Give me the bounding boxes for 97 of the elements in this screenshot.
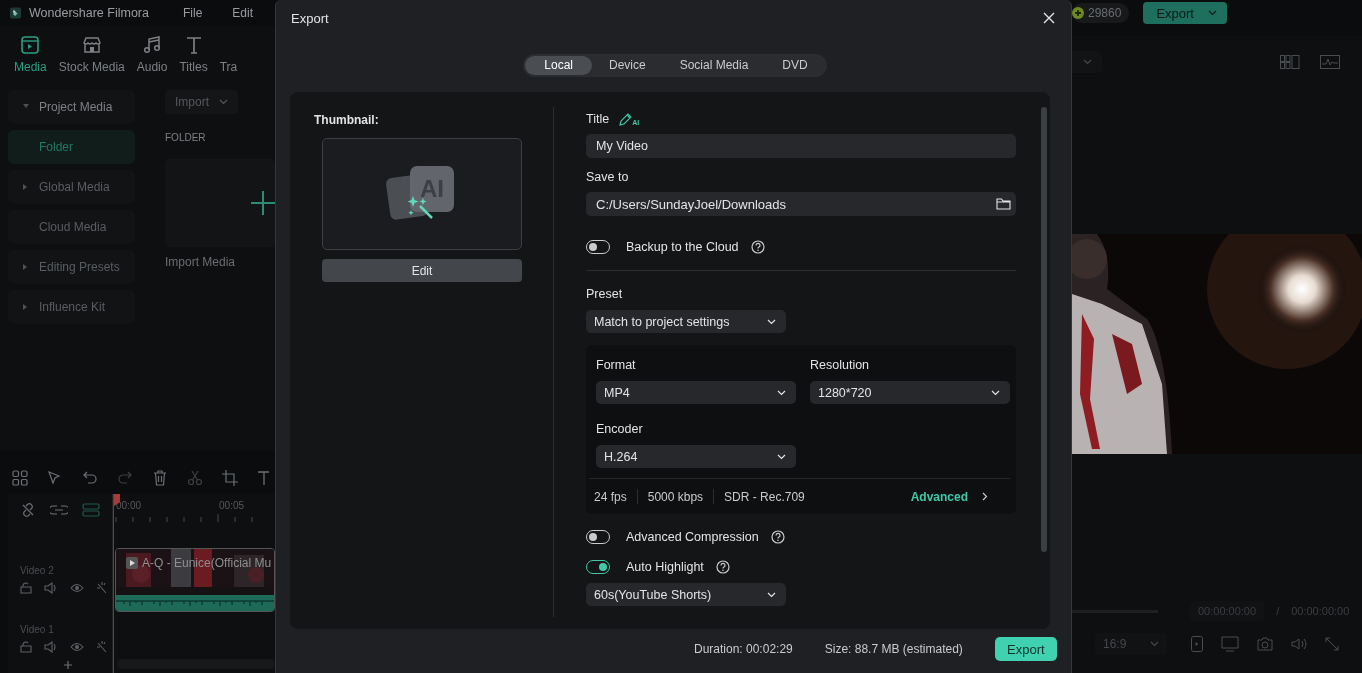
track-snap-icon[interactable] bbox=[82, 503, 100, 517]
speaker-icon[interactable] bbox=[44, 582, 58, 594]
unlink-icon[interactable] bbox=[20, 502, 36, 518]
caret-icon bbox=[1150, 641, 1159, 647]
phone-icon[interactable] bbox=[1191, 636, 1203, 652]
track-name: Video 1 bbox=[20, 624, 55, 635]
eye-icon[interactable] bbox=[70, 582, 84, 594]
video-clip[interactable]: A-Q - Eunice(Official Mu bbox=[115, 548, 275, 612]
camera-icon[interactable] bbox=[1257, 637, 1273, 651]
speaker-icon[interactable] bbox=[1291, 637, 1307, 651]
auto-highlight-label: Auto Highlight bbox=[626, 560, 704, 574]
caret-icon bbox=[991, 389, 1000, 396]
undo-icon[interactable] bbox=[82, 470, 98, 486]
sidebar-item[interactable]: Project Media bbox=[8, 90, 135, 124]
dropdown[interactable]: H.264 bbox=[596, 445, 796, 468]
redo-icon[interactable] bbox=[117, 470, 133, 486]
dialog-title: Export bbox=[291, 10, 329, 26]
effects-icon[interactable] bbox=[96, 641, 108, 653]
folder-heading: FOLDER bbox=[165, 132, 206, 143]
pencil-icon bbox=[619, 112, 633, 126]
help-icon[interactable] bbox=[750, 240, 765, 254]
menu-item[interactable]: Edit bbox=[232, 6, 253, 20]
waveform-icon[interactable] bbox=[1320, 55, 1340, 69]
save-path-field[interactable]: C:/Users/SundayJoel/Downloads bbox=[586, 192, 1016, 216]
spec-text: SDR - Rec.709 bbox=[724, 489, 805, 504]
clip-title: A-Q - Eunice(Official Mu bbox=[126, 556, 272, 570]
grid-view-icon[interactable] bbox=[1280, 55, 1300, 69]
media-tab[interactable]: Stock Media bbox=[52, 34, 131, 74]
caret-icon bbox=[219, 99, 228, 105]
scissors-icon[interactable] bbox=[187, 470, 203, 486]
dropdown[interactable]: 60s(YouTube Shorts) bbox=[586, 583, 786, 606]
effects-icon[interactable] bbox=[96, 582, 108, 594]
delete-icon[interactable] bbox=[152, 470, 168, 486]
encoder-label: Encoder bbox=[596, 422, 643, 436]
link-icon[interactable] bbox=[50, 503, 68, 517]
crop-icon[interactable] bbox=[222, 470, 238, 486]
caret-icon bbox=[777, 389, 786, 396]
media-tab[interactable]: Audio bbox=[130, 34, 174, 74]
caret-icon bbox=[767, 591, 776, 598]
export-button[interactable]: Export bbox=[994, 637, 1057, 661]
speaker-icon[interactable] bbox=[44, 641, 58, 653]
edit-button[interactable]: Edit bbox=[322, 259, 522, 282]
lock-icon[interactable] bbox=[20, 641, 32, 653]
compression-label: Advanced Compression bbox=[626, 530, 759, 544]
lock-icon[interactable] bbox=[20, 582, 32, 594]
help-icon[interactable] bbox=[715, 560, 730, 574]
app-title: Wondershare Filmora bbox=[29, 6, 149, 20]
dropdown[interactable]: MP4 bbox=[596, 381, 796, 404]
media-icon bbox=[20, 34, 41, 55]
folder-icon[interactable] bbox=[996, 198, 1011, 210]
title-field[interactable]: My Video bbox=[586, 134, 1016, 158]
add-track-icon[interactable] bbox=[64, 661, 72, 669]
pointer-icon[interactable] bbox=[47, 470, 63, 486]
media-tab[interactable]: Titles bbox=[173, 34, 214, 74]
format-label: Format bbox=[596, 358, 636, 372]
grid-icon[interactable] bbox=[12, 470, 28, 486]
export-tab[interactable]: DVD bbox=[765, 56, 825, 75]
title-label: Title bbox=[586, 112, 610, 126]
save-to-label: Save to bbox=[586, 170, 629, 184]
time-separator: / bbox=[1276, 605, 1280, 617]
advanced-link[interactable]: Advanced bbox=[910, 489, 968, 504]
play-icon bbox=[126, 557, 138, 569]
resolution-label: Resolution bbox=[810, 358, 870, 372]
dropdown[interactable]: 1280*720 bbox=[810, 381, 1010, 404]
plus-icon bbox=[251, 191, 275, 215]
eye-icon[interactable] bbox=[70, 641, 84, 653]
caret-icon bbox=[1082, 59, 1092, 65]
text-icon[interactable] bbox=[257, 470, 269, 486]
spec-text: 5000 kbps bbox=[647, 489, 704, 504]
scrollbar[interactable] bbox=[117, 659, 275, 669]
media-tab[interactable]: Media bbox=[8, 34, 53, 74]
track-name: Video 2 bbox=[20, 565, 55, 576]
import-media-label: Import Media bbox=[165, 255, 236, 269]
media-tab[interactable]: Tra bbox=[213, 34, 244, 74]
store-icon bbox=[81, 34, 102, 55]
export-tab[interactable]: Social Media bbox=[662, 56, 766, 75]
size-text: Size: 88.7 MB (estimated) bbox=[824, 642, 963, 656]
help-icon[interactable] bbox=[770, 530, 785, 544]
caret-icon bbox=[767, 318, 776, 325]
thumbnail-label: Thumbnail: bbox=[314, 113, 379, 127]
ruler-time: 00:05 bbox=[219, 500, 245, 511]
export-tab[interactable]: Local bbox=[525, 56, 592, 75]
menu-item[interactable]: File bbox=[182, 6, 203, 20]
spec-text: 24 fps bbox=[594, 489, 627, 504]
music-note-icon bbox=[142, 34, 163, 55]
backup-label: Backup to the Cloud bbox=[626, 240, 739, 254]
preset-label: Preset bbox=[586, 287, 623, 301]
duration-text: Duration: 00:02:29 bbox=[694, 642, 793, 656]
dropdown[interactable]: Match to project settings bbox=[586, 310, 786, 333]
fullscreen-icon[interactable] bbox=[1325, 637, 1339, 651]
close-icon[interactable] bbox=[1043, 12, 1055, 24]
scrollbar[interactable] bbox=[1041, 107, 1047, 552]
caret-icon bbox=[777, 453, 786, 460]
coin-icon bbox=[1072, 7, 1084, 19]
caret-icon bbox=[1207, 10, 1217, 16]
export-tab[interactable]: Device bbox=[591, 56, 663, 75]
chevron-right-icon[interactable] bbox=[982, 492, 988, 502]
